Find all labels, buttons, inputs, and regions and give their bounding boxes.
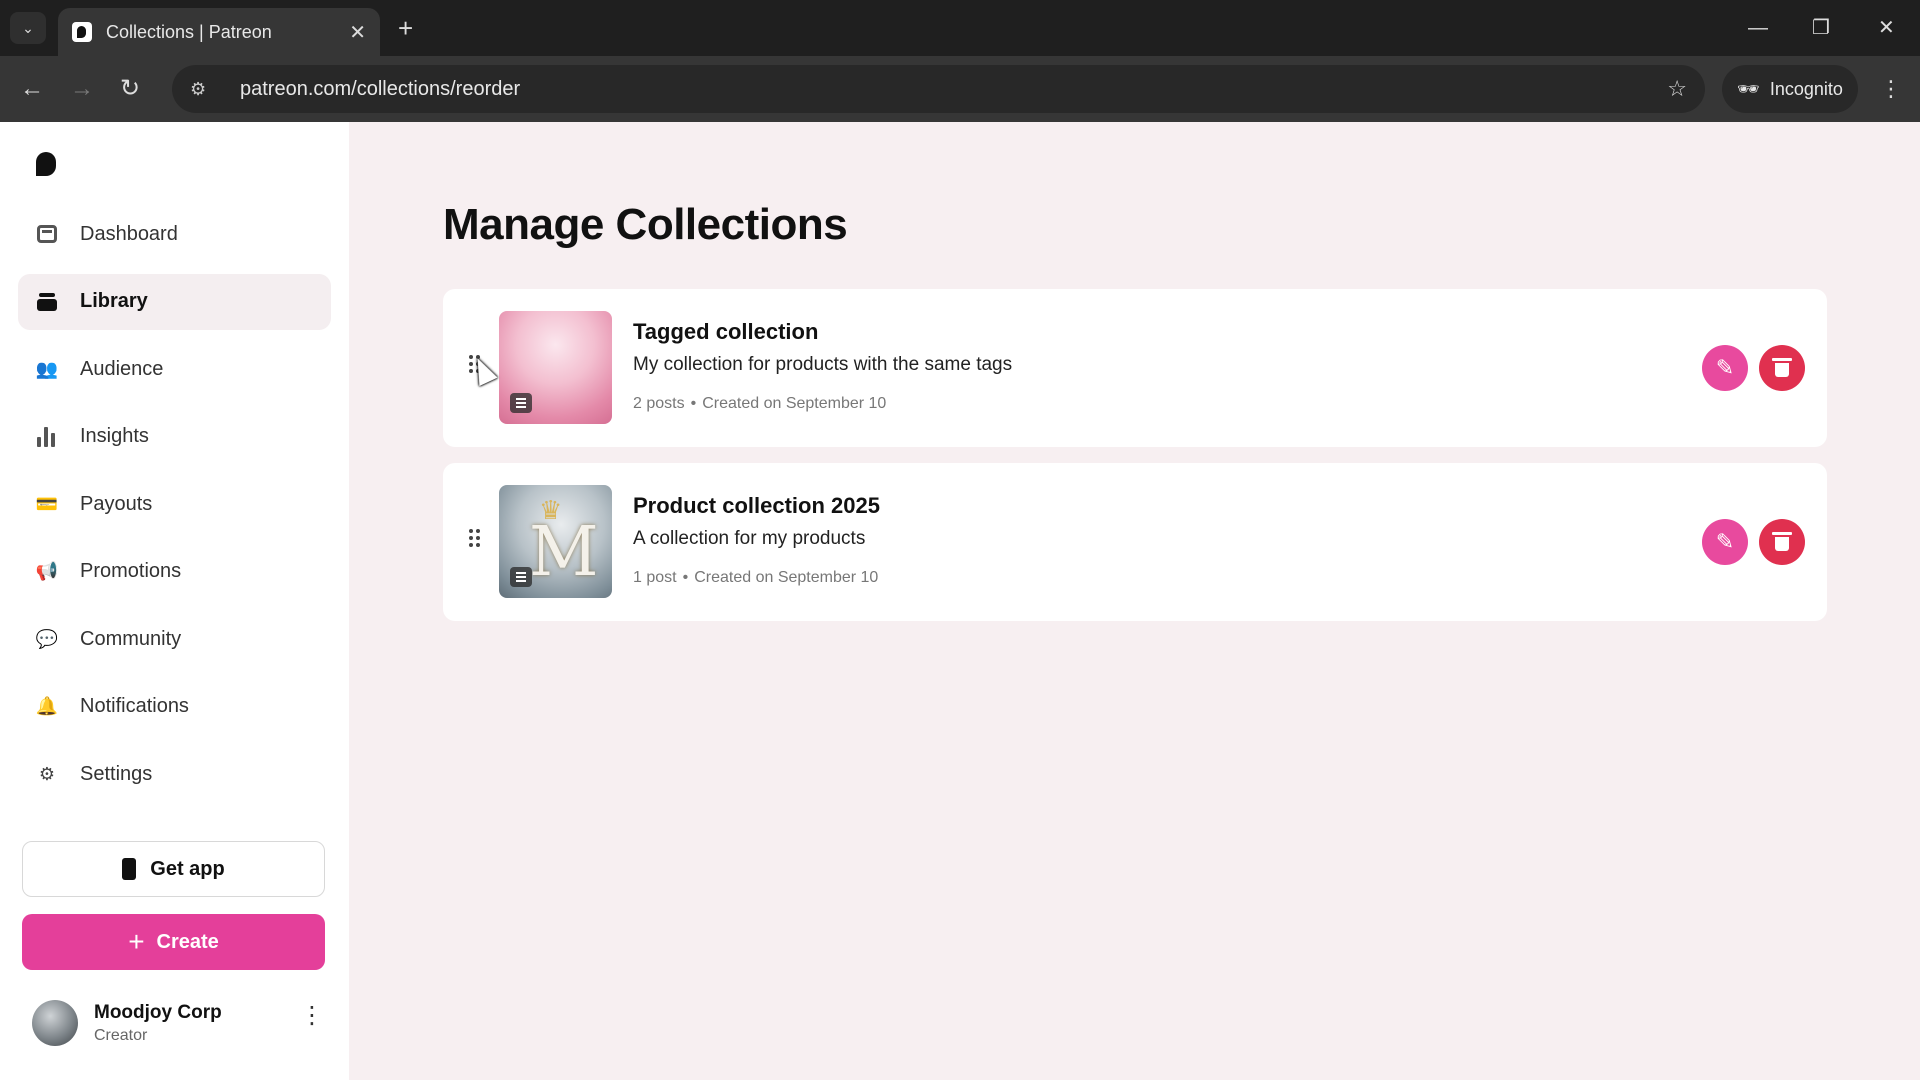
- delete-collection-button[interactable]: [1759, 519, 1805, 565]
- url-text: patreon.com/collections/reorder: [240, 77, 521, 100]
- edit-collection-button[interactable]: ✎: [1702, 519, 1748, 565]
- new-tab-icon[interactable]: +: [398, 12, 413, 44]
- sidebar-item-promotions[interactable]: 📢 Promotions: [18, 544, 331, 600]
- sidebar-item-notifications[interactable]: 🔔 Notifications: [18, 679, 331, 735]
- collection-post-count: 2 posts: [633, 395, 685, 412]
- browser-menu-icon[interactable]: ⋮: [1880, 73, 1902, 105]
- collection-post-count: 1 post: [633, 569, 677, 586]
- incognito-badge[interactable]: 🕶 Incognito: [1722, 65, 1858, 113]
- profile-menu-icon[interactable]: ⋮: [300, 1004, 324, 1028]
- pencil-icon: ✎: [1715, 355, 1735, 380]
- library-icon: [34, 289, 60, 315]
- notifications-icon: 🔔: [35, 696, 59, 716]
- sidebar-item-library[interactable]: Library: [18, 273, 331, 330]
- collection-type-icon: [510, 393, 532, 413]
- edit-collection-button[interactable]: ✎: [1702, 345, 1748, 391]
- tab-close-icon[interactable]: ✕: [349, 20, 366, 45]
- sidebar-item-settings[interactable]: ⚙ Settings: [18, 746, 331, 802]
- sidebar-item-label: Dashboard: [80, 222, 178, 245]
- browser-tab-bar: ⌄ Collections | Patreon ✕ + — ❐ ✕: [0, 0, 1920, 56]
- trash-icon: [1772, 532, 1792, 551]
- settings-icon: ⚙: [38, 763, 56, 784]
- plus-icon: +: [128, 926, 145, 957]
- insights-icon: [34, 424, 60, 450]
- profile-role: Creator: [94, 1026, 148, 1044]
- browser-tab[interactable]: Collections | Patreon ✕: [58, 8, 380, 56]
- profile-card[interactable]: Moodjoy Corp Creator ⋮: [32, 998, 324, 1048]
- sidebar-item-insights[interactable]: Insights: [18, 409, 331, 465]
- get-app-label: Get app: [150, 857, 225, 880]
- sidebar-item-label: Payouts: [80, 492, 153, 515]
- collection-created-date: Created on September 10: [702, 395, 887, 412]
- sidebar-item-label: Settings: [80, 762, 153, 785]
- avatar[interactable]: [32, 1000, 78, 1046]
- monogram-image: M: [529, 513, 599, 592]
- url-input[interactable]: ⚙ patreon.com/collections/reorder ☆: [172, 65, 1705, 113]
- window-close-icon[interactable]: ✕: [1878, 12, 1895, 44]
- sidebar-item-label: Notifications: [80, 695, 189, 717]
- collection-row[interactable]: ♛ M Product collection 2025 A collection…: [443, 463, 1827, 621]
- delete-collection-button[interactable]: [1759, 345, 1805, 391]
- create-label: Create: [156, 930, 219, 953]
- sidebar-item-payouts[interactable]: 💳 Payouts: [18, 476, 331, 532]
- community-icon: 💬: [35, 628, 59, 649]
- patreon-favicon-icon: [72, 22, 92, 42]
- site-info-icon[interactable]: ⚙: [190, 79, 218, 100]
- collection-title[interactable]: Tagged collection: [633, 319, 818, 345]
- phone-icon: [122, 858, 137, 880]
- sidebar-nav: Dashboard Library 👥 Audience Insights 💳 …: [18, 206, 331, 814]
- incognito-icon: 🕶: [1737, 78, 1760, 99]
- promotions-icon: 📢: [35, 561, 59, 581]
- sidebar-item-label: Promotions: [80, 560, 182, 582]
- sidebar-item-label: Library: [80, 290, 148, 312]
- sidebar-item-audience[interactable]: 👥 Audience: [18, 341, 331, 397]
- profile-name: Moodjoy Corp: [94, 1001, 222, 1023]
- pencil-icon: ✎: [1715, 529, 1735, 554]
- collection-type-icon: [510, 567, 532, 587]
- collection-row[interactable]: Tagged collection My collection for prod…: [443, 289, 1827, 447]
- sidebar-item-label: Community: [80, 627, 182, 650]
- sidebar-item-label: Insights: [80, 425, 149, 447]
- back-icon[interactable]: ←: [20, 73, 44, 105]
- collection-meta: 2 posts • Created on September 10: [633, 395, 887, 412]
- trash-icon: [1772, 358, 1792, 377]
- forward-icon[interactable]: →: [70, 73, 94, 105]
- collection-description: My collection for products with the same…: [633, 354, 1013, 375]
- collection-thumbnail[interactable]: [499, 311, 612, 424]
- sidebar-item-dashboard[interactable]: Dashboard: [18, 206, 331, 262]
- bookmark-star-icon[interactable]: ☆: [1667, 76, 1687, 102]
- tab-title: Collections | Patreon: [106, 21, 272, 42]
- create-button[interactable]: + Create: [22, 914, 325, 970]
- tab-search-dropdown-icon[interactable]: ⌄: [10, 12, 46, 44]
- payouts-icon: 💳: [35, 493, 59, 514]
- browser-address-bar: ← → ↻ ⚙ patreon.com/collections/reorder …: [0, 56, 1920, 122]
- sidebar-item-community[interactable]: 💬 Community: [18, 611, 331, 667]
- drag-handle-icon[interactable]: [469, 529, 481, 549]
- get-app-button[interactable]: Get app: [22, 841, 325, 897]
- collection-meta: 1 post • Created on September 10: [633, 569, 879, 586]
- collection-created-date: Created on September 10: [694, 569, 879, 586]
- collection-thumbnail[interactable]: ♛ M: [499, 485, 612, 598]
- collection-title[interactable]: Product collection 2025: [633, 493, 880, 519]
- incognito-label: Incognito: [1769, 78, 1843, 99]
- patreon-logo-icon[interactable]: [36, 152, 58, 176]
- sidebar: Dashboard Library 👥 Audience Insights 💳 …: [0, 122, 349, 1080]
- collection-description: A collection for my products: [633, 528, 866, 549]
- sidebar-item-label: Audience: [80, 357, 164, 380]
- restore-icon[interactable]: ❐: [1812, 12, 1830, 44]
- minimize-icon[interactable]: —: [1748, 12, 1768, 44]
- reload-icon[interactable]: ↻: [120, 73, 140, 105]
- audience-icon: 👥: [35, 358, 59, 379]
- page-title: Manage Collections: [443, 200, 848, 249]
- dashboard-icon: [34, 221, 60, 247]
